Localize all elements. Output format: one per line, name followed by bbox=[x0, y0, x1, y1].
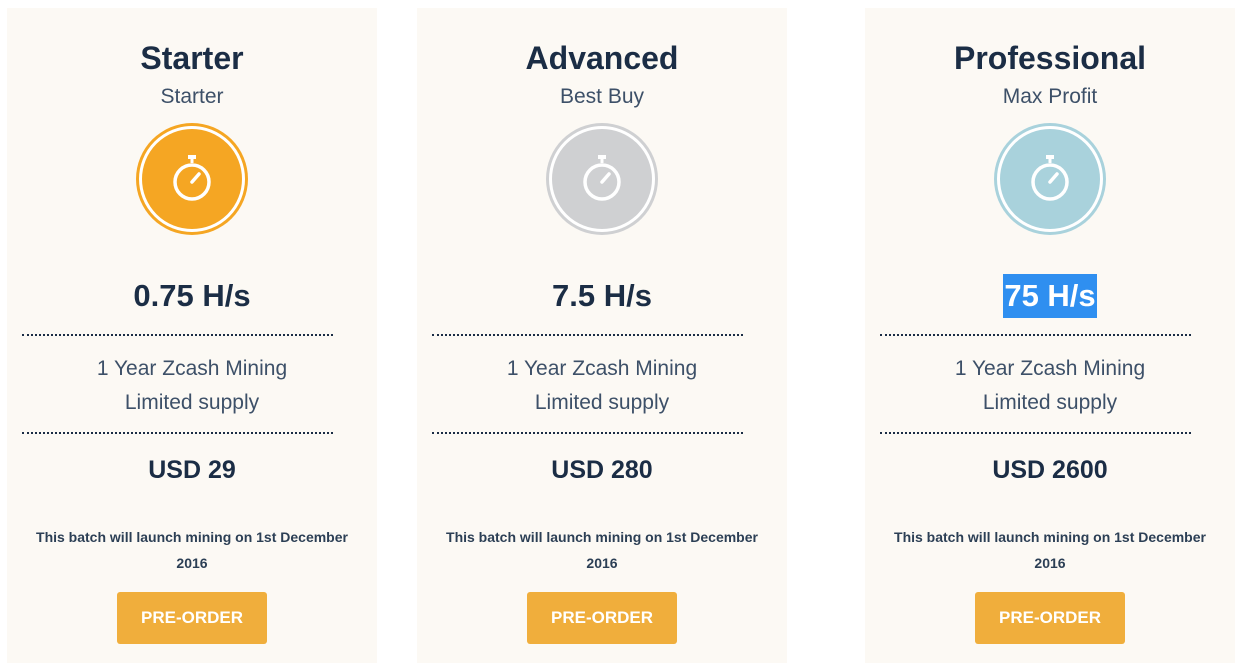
launch-note: This batch will launch mining on 1st Dec… bbox=[446, 529, 758, 571]
hashrate: 7.5 H/s bbox=[552, 278, 652, 313]
plan-price: USD 29 bbox=[148, 456, 236, 484]
plan-subtitle: Best Buy bbox=[559, 85, 645, 108]
plan-title: Starter bbox=[140, 40, 244, 76]
feature-item: Limited supply bbox=[534, 391, 670, 414]
plan-card-advanced: Advanced Best Buy 7.5 H/s 1 Year Zcash M… bbox=[417, 8, 787, 663]
stopwatch-icon bbox=[997, 126, 1103, 232]
feature-item: Limited supply bbox=[982, 391, 1118, 414]
pre-order-button[interactable]: PRE-ORDER bbox=[117, 592, 267, 644]
pre-order-button[interactable]: PRE-ORDER bbox=[527, 592, 677, 644]
divider bbox=[880, 432, 1191, 434]
plan-price: USD 2600 bbox=[992, 456, 1108, 484]
divider bbox=[22, 334, 333, 336]
feature-item: Limited supply bbox=[124, 391, 260, 414]
divider bbox=[880, 334, 1191, 336]
launch-note: This batch will launch mining on 1st Dec… bbox=[894, 529, 1206, 571]
pricing-plans: Starter Starter 0.75 H/s 1 Year Zcash Mi… bbox=[0, 0, 1242, 665]
feature-item: 1 Year Zcash Mining bbox=[96, 357, 288, 380]
launch-note: This batch will launch mining on 1st Dec… bbox=[36, 529, 348, 571]
feature-list: 1 Year Zcash Mining Limited supply bbox=[865, 352, 1235, 420]
divider bbox=[22, 432, 333, 434]
stopwatch-glyph bbox=[583, 155, 621, 201]
feature-list: 1 Year Zcash Mining Limited supply bbox=[417, 352, 787, 420]
stopwatch-icon bbox=[549, 126, 655, 232]
plan-subtitle: Max Profit bbox=[1002, 85, 1098, 108]
hashrate-row: 75 H/s bbox=[865, 274, 1235, 318]
stopwatch-icon bbox=[139, 126, 245, 232]
plan-subtitle: Starter bbox=[160, 85, 224, 108]
plan-card-professional: Professional Max Profit 75 H/s 1 Year Zc… bbox=[865, 8, 1235, 663]
feature-item: 1 Year Zcash Mining bbox=[954, 357, 1146, 380]
divider bbox=[432, 334, 743, 336]
hashrate: 0.75 H/s bbox=[133, 278, 251, 313]
plan-title: Professional bbox=[953, 40, 1147, 76]
plan-card-starter: Starter Starter 0.75 H/s 1 Year Zcash Mi… bbox=[7, 8, 377, 663]
stopwatch-glyph bbox=[173, 155, 211, 201]
stopwatch-glyph bbox=[1031, 155, 1069, 201]
divider bbox=[432, 432, 743, 434]
hashrate-row: 7.5 H/s bbox=[417, 274, 787, 318]
plan-title: Advanced bbox=[525, 40, 679, 76]
hashrate-selected-text: 75 H/s bbox=[1003, 274, 1097, 318]
hashrate-row: 0.75 H/s bbox=[7, 274, 377, 318]
plan-price: USD 280 bbox=[551, 456, 653, 484]
pre-order-button[interactable]: PRE-ORDER bbox=[975, 592, 1125, 644]
feature-list: 1 Year Zcash Mining Limited supply bbox=[7, 352, 377, 420]
feature-item: 1 Year Zcash Mining bbox=[506, 357, 698, 380]
